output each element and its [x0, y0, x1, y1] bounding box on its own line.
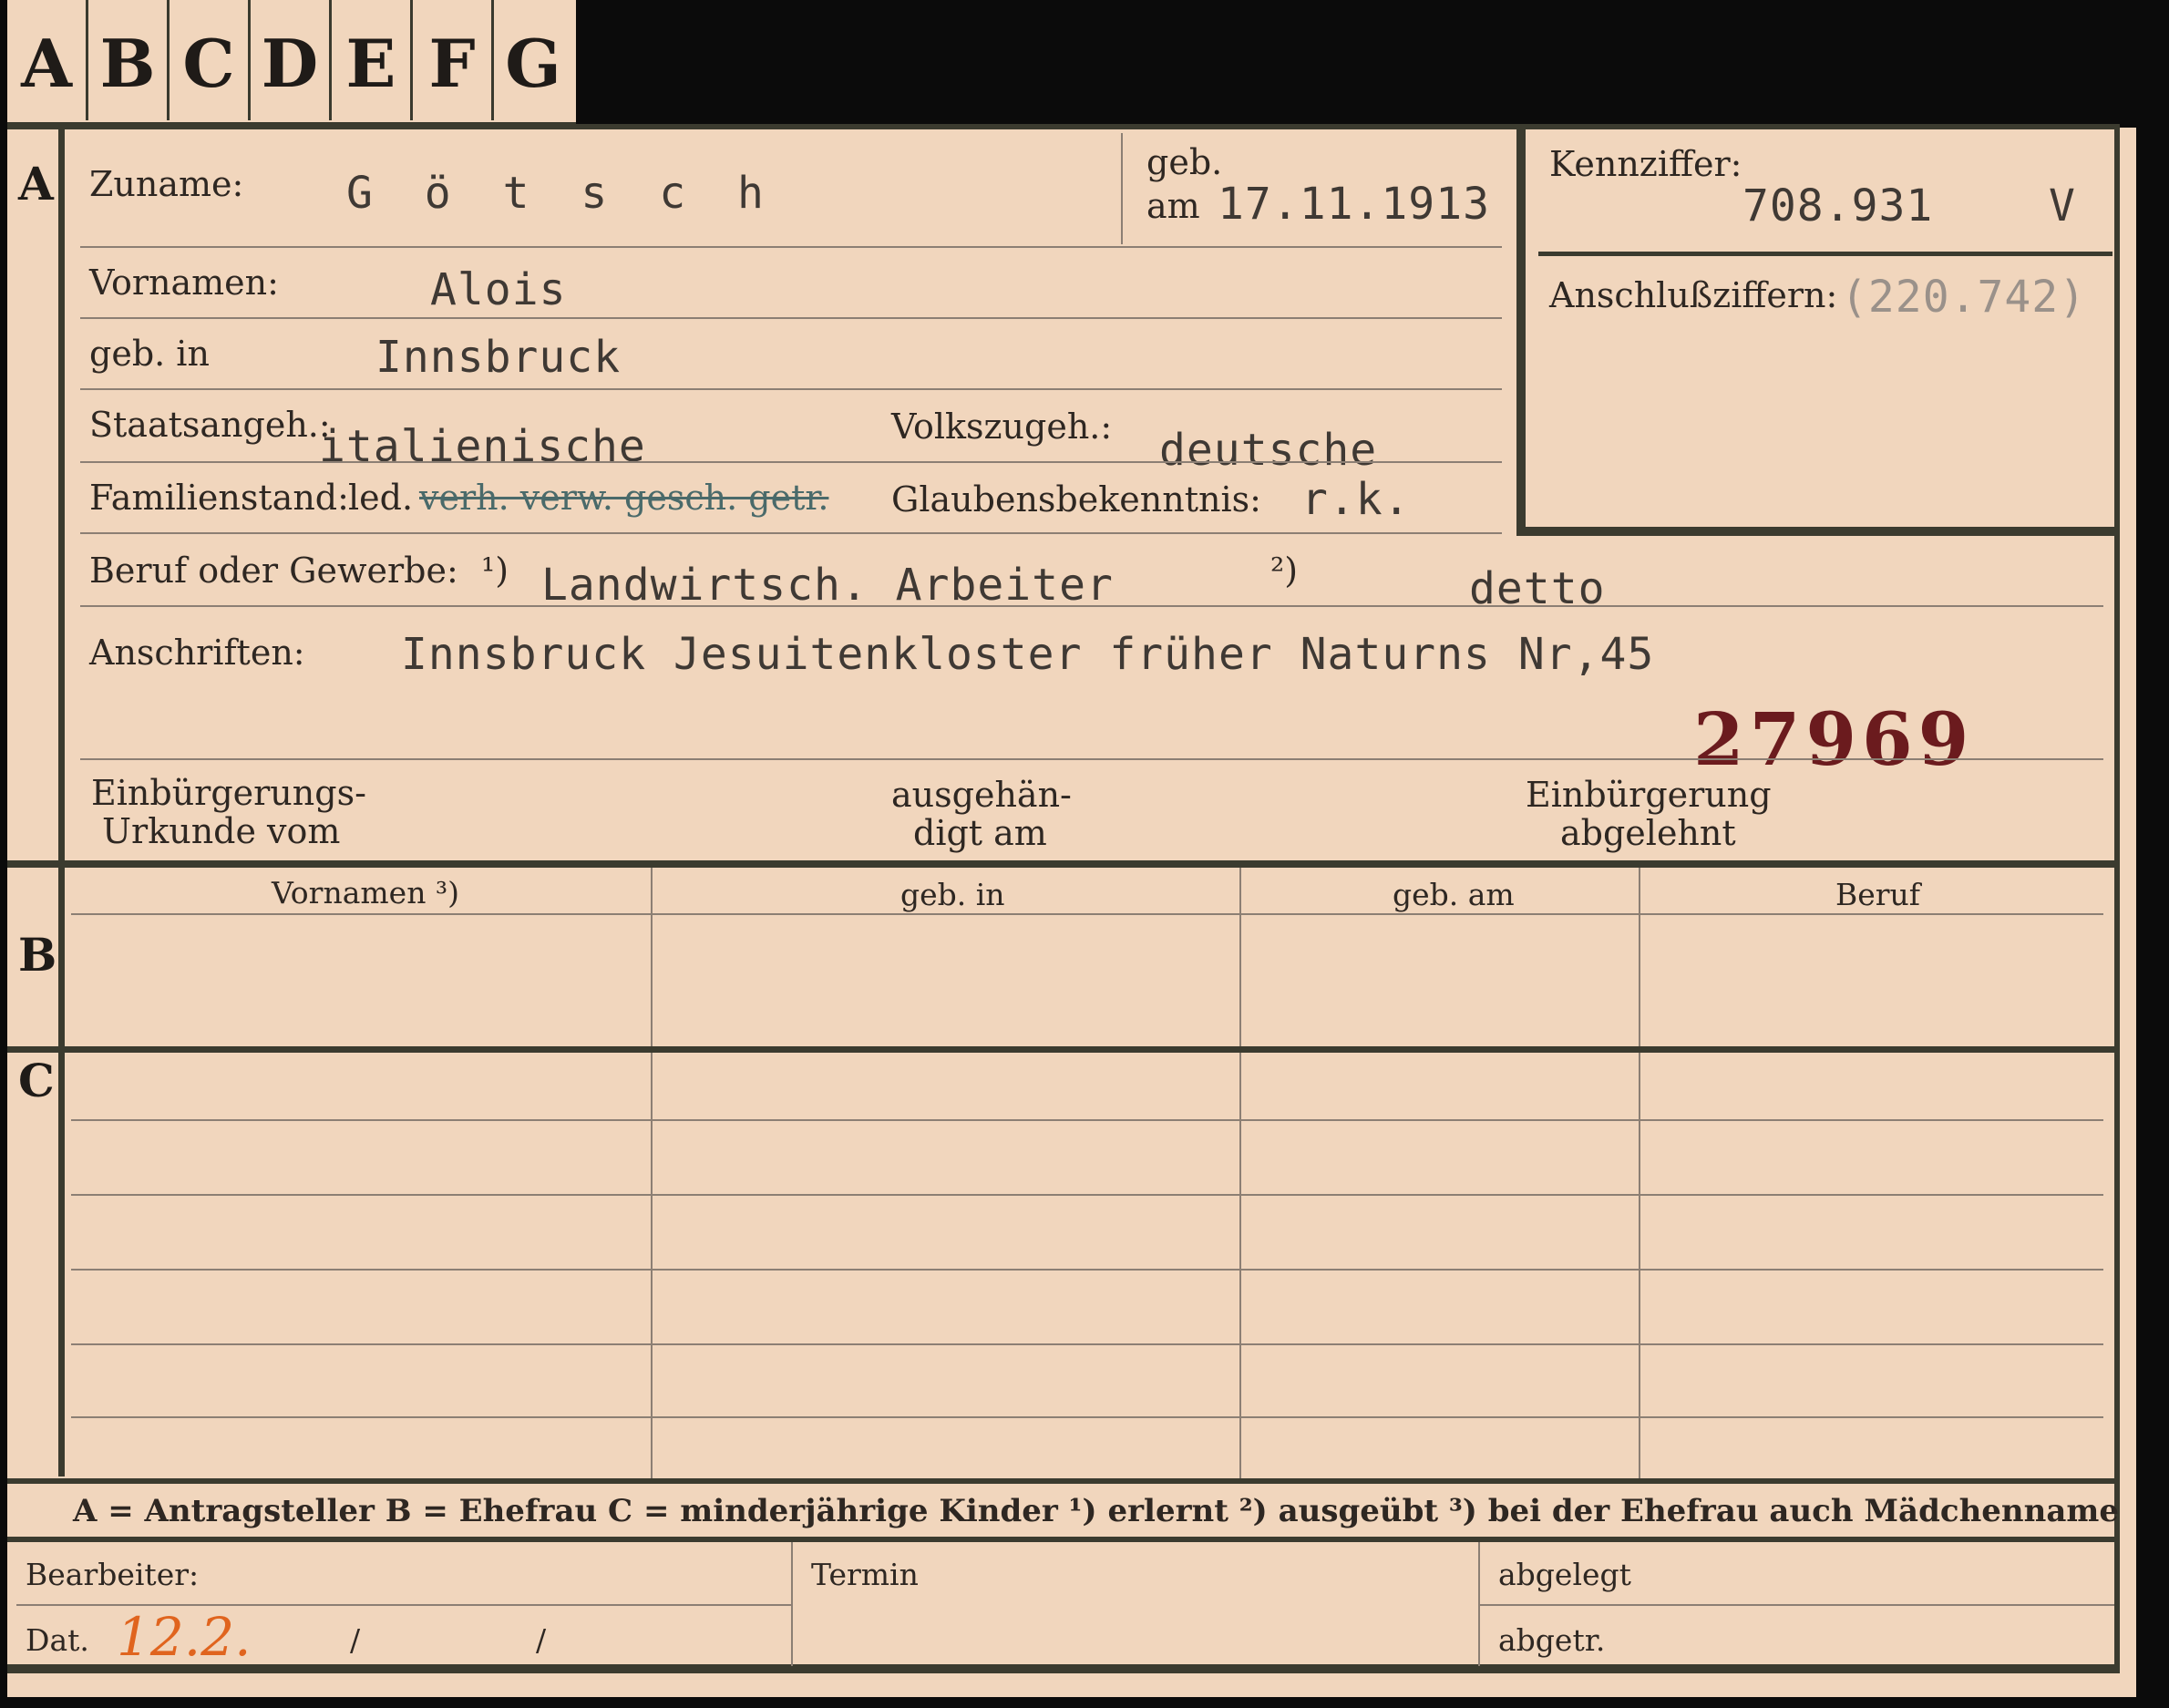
rule-row6 [80, 605, 2103, 607]
legend-bottom-rule [7, 1537, 2120, 1542]
term-label: Termin [811, 1557, 919, 1592]
id-box-divider [1538, 252, 2112, 256]
first-names-label: Vornamen: [89, 262, 279, 303]
marital-label: Familienstand: [89, 478, 349, 518]
rule-row4 [80, 461, 1502, 463]
tab-a[interactable]: A [7, 0, 88, 120]
religion-label: Glaubensbekenntnis: [891, 479, 1261, 520]
rule-c4 [71, 1343, 2103, 1345]
occupation-footnote-2: ²) [1270, 550, 1299, 591]
divider-section-c [7, 1046, 2120, 1053]
rule-row7 [80, 758, 2103, 760]
clerk-label: Bearbeiter: [26, 1557, 200, 1592]
rule-c1 [71, 1119, 2103, 1121]
id-value: 708.931 [1742, 180, 1934, 232]
date-slash-2: / [536, 1622, 547, 1658]
ethnicity-label: Volkszugeh.: [891, 406, 1113, 447]
address-label: Anschriften: [89, 633, 305, 673]
citizenship-value: italienische [319, 421, 646, 472]
footer-rule-right [1480, 1604, 2114, 1606]
rule-header [71, 913, 2103, 915]
divider-section-b [7, 860, 2120, 868]
registration-card: A B C D E F G A B C Zuname: G ö t s c h … [7, 0, 2136, 1697]
tab-d[interactable]: D [251, 0, 332, 120]
born-label-geb: geb. [1146, 142, 1223, 182]
marital-value: led. [348, 478, 414, 518]
handed-label-2: digt am [913, 813, 1047, 853]
tab-e[interactable]: E [332, 0, 413, 120]
legend: A = Antragsteller B = Ehefrau C = minder… [73, 1493, 2119, 1529]
rule-c3 [71, 1269, 2103, 1271]
tab-c[interactable]: C [170, 0, 251, 120]
rule-c2 [71, 1194, 2103, 1196]
rejected-label-1: Einbürgerung [1526, 775, 1772, 815]
tab-b[interactable]: B [88, 0, 170, 120]
col-header-first-names: Vornamen ³) [272, 875, 460, 911]
rule-row5 [80, 532, 1502, 534]
tab-f[interactable]: F [413, 0, 494, 120]
col-divider-2 [1239, 868, 1241, 1478]
occupation-label: Beruf oder Gewerbe: [89, 550, 458, 591]
col-header-birthdate: geb. am [1393, 877, 1515, 912]
tab-strip: A B C D E F G [7, 0, 576, 125]
legend-top-rule [7, 1478, 2120, 1484]
born-divider [1121, 133, 1123, 244]
occupation-footnote-1: ¹) [481, 550, 509, 591]
link-value: (220.742) [1841, 272, 2087, 323]
citizenship-label: Staatsangeh.: [89, 405, 331, 445]
handed-label-1: ausgehän- [891, 775, 1072, 815]
section-c-label: C [18, 1054, 55, 1107]
first-names-value: Alois [430, 264, 567, 315]
surname-value: G ö t s c h [346, 168, 776, 219]
id-suffix: V [2049, 180, 2076, 232]
birth-date-value: 17.11.1913 [1218, 179, 1490, 230]
stamp-number: 27969 [1693, 696, 1975, 782]
date-label: Dat. [26, 1622, 89, 1658]
religion-value: r.k. [1301, 474, 1411, 525]
occupation-value: Landwirtsch. Arbeiter [541, 560, 1114, 611]
section-b-label: B [18, 928, 57, 982]
id-label: Kennziffer: [1549, 144, 1742, 184]
col-header-birthplace: geb. in [900, 877, 1005, 912]
birthplace-value: Innsbruck [375, 332, 622, 383]
link-label: Anschlußziffern: [1549, 275, 1838, 315]
rule-row2 [80, 317, 1502, 319]
frame-bottom [7, 1664, 2120, 1673]
address-value: Innsbruck Jesuitenkloster früher Naturns… [401, 629, 1655, 680]
marital-struck-options: verh. verw. gesch. getr. [419, 478, 829, 518]
section-a-label: A [18, 157, 54, 211]
naturalization-label-2: Urkunde vom [102, 811, 341, 851]
rule-row3 [80, 388, 1502, 390]
born-label-am: am [1146, 186, 1200, 226]
tab-g[interactable]: G [494, 0, 572, 120]
surname-label: Zuname: [89, 164, 244, 204]
filed-label: abgelegt [1498, 1557, 1631, 1592]
date-slash-1: / [350, 1622, 361, 1658]
birthplace-label: geb. in [89, 334, 210, 374]
col-divider-3 [1639, 868, 1640, 1478]
left-rule [58, 128, 65, 1476]
ethnicity-value: deutsche [1159, 425, 1378, 476]
top-black-area [576, 0, 2136, 128]
rejected-label-2: abgelehnt [1560, 813, 1736, 853]
date-value: 12.2. [117, 1606, 252, 1668]
col-divider-1 [651, 868, 653, 1478]
col-header-occupation: Beruf [1835, 877, 1921, 912]
footer-divider-1 [791, 1542, 793, 1666]
rule-c5 [71, 1416, 2103, 1418]
filed2-label: abgetr. [1498, 1622, 1606, 1658]
naturalization-label-1: Einbürgerungs- [91, 773, 366, 813]
rule-row1 [80, 246, 1502, 248]
